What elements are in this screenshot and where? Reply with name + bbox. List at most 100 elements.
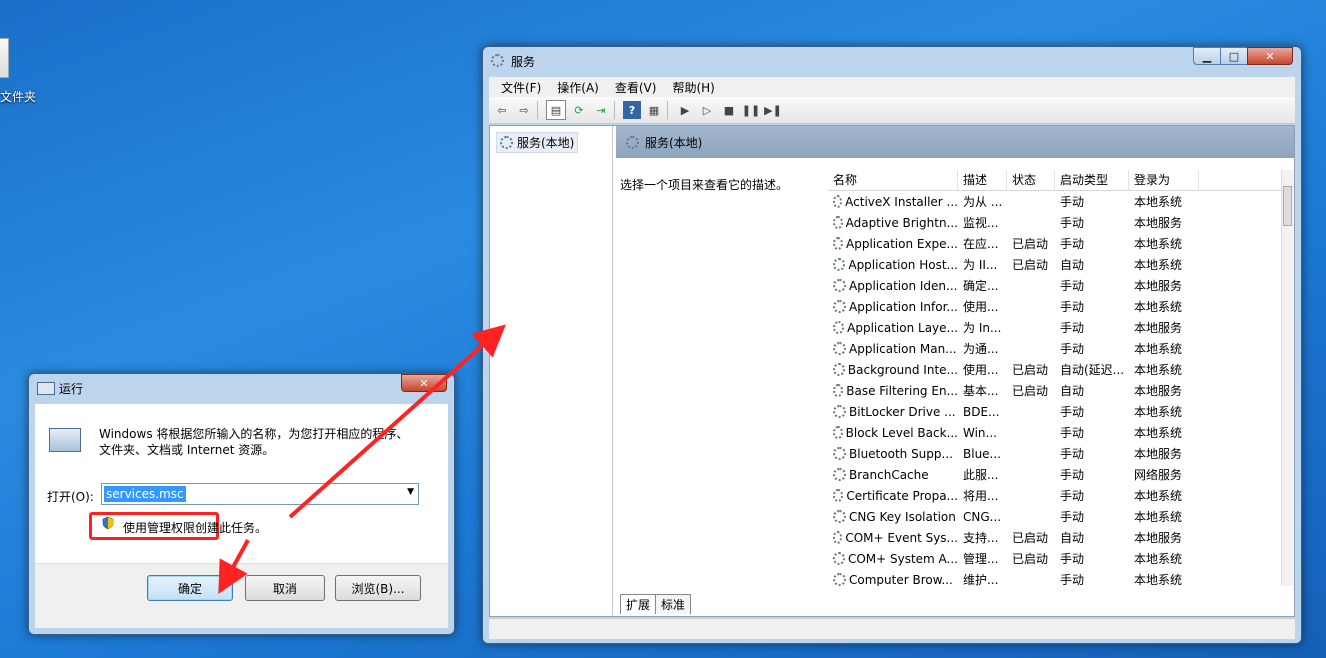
service-logon-as: 本地系统: [1134, 258, 1183, 272]
tree-item-services-local[interactable]: 服务(本地): [496, 132, 579, 153]
service-row[interactable]: Adaptive Brightn... 监视... 手动 本地服务: [828, 212, 1282, 233]
gear-icon: [833, 384, 844, 397]
export-icon[interactable]: ⇥: [592, 101, 610, 119]
tab-standard[interactable]: 标准: [655, 594, 692, 614]
admin-note: 使用管理权限创建此任务。: [123, 521, 268, 535]
maximize-button[interactable]: □: [1220, 47, 1248, 65]
service-logon-as: 本地系统: [1134, 510, 1183, 524]
service-row[interactable]: Application Host... 为 II... 已启动 自动 本地系统: [828, 254, 1282, 275]
column-header-description[interactable]: 描述: [958, 170, 1007, 190]
menu-help[interactable]: 帮助(H): [672, 79, 714, 96]
show-tree-icon[interactable]: ▤: [546, 100, 566, 120]
desktop-folder-icon[interactable]: [0, 38, 34, 80]
column-header-status[interactable]: 状态: [1007, 170, 1055, 190]
forward-icon[interactable]: ⇨: [515, 101, 533, 119]
run-close-button[interactable]: ✕: [401, 374, 447, 392]
service-row[interactable]: COM+ Event Sys... 支持... 已启动 自动 本地服务: [828, 527, 1282, 548]
service-logon-as: 本地服务: [1134, 531, 1183, 545]
service-name: Computer Brow...: [828, 573, 958, 586]
close-button[interactable]: ✕: [1247, 47, 1293, 65]
browse-button[interactable]: 浏览(B)...: [335, 575, 421, 601]
ok-button[interactable]: 确定: [147, 575, 233, 601]
service-row[interactable]: Bluetooth Supp... Blue... 手动 本地服务: [828, 443, 1282, 464]
service-name: BranchCache: [828, 468, 958, 482]
run-dialog-footer: 确定 取消 浏览(B)...: [35, 563, 448, 628]
service-description: 为通...: [963, 342, 999, 356]
menu-action[interactable]: 操作(A): [557, 79, 599, 96]
service-description: 确定...: [963, 279, 999, 293]
help-icon[interactable]: ?: [623, 101, 641, 119]
stop-icon[interactable]: ■: [720, 101, 738, 119]
service-row[interactable]: ActiveX Installer ... 为从 ... 手动 本地系统: [828, 191, 1282, 212]
service-name: Background Inte...: [828, 363, 958, 377]
service-startup-type: 手动: [1060, 216, 1085, 230]
service-startup-type: 手动: [1060, 195, 1085, 209]
service-row[interactable]: Computer Brow... 维护... 手动 本地系统: [828, 569, 1282, 586]
back-icon[interactable]: ⇦: [493, 101, 511, 119]
run-titlebar[interactable]: 运行 ✕: [29, 374, 454, 402]
menu-view[interactable]: 查看(V): [615, 79, 657, 96]
service-row[interactable]: Background Inte... 使用... 已启动 自动(延迟... 本地系统: [828, 359, 1282, 380]
open-input-value[interactable]: services.msc: [104, 486, 186, 502]
menu-file[interactable]: 文件(F): [501, 79, 541, 96]
refresh-icon[interactable]: ⟳: [570, 101, 588, 119]
service-row[interactable]: Application Infor... 使用... 手动 本地系统: [828, 296, 1282, 317]
play-icon[interactable]: ▶: [676, 101, 694, 119]
gear-icon: [833, 573, 846, 586]
service-row[interactable]: BranchCache 此服... 手动 网络服务: [828, 464, 1282, 485]
service-description: 基本...: [963, 384, 999, 398]
service-name-text: BranchCache: [849, 467, 929, 482]
gear-icon: [833, 342, 846, 355]
service-startup-type: 自动(延迟...: [1060, 363, 1125, 377]
service-name-text: Application Infor...: [849, 299, 958, 314]
service-startup-type: 手动: [1060, 426, 1085, 440]
services-pane: 服务(本地) 选择一个项目来查看它的描述。 名称 描述 状态 启动类型 登录为 …: [616, 126, 1294, 616]
service-name: Application Laye...: [828, 321, 958, 335]
properties-icon[interactable]: ▦: [645, 101, 663, 119]
desktop-folder-label: 文件夹: [0, 90, 37, 104]
service-logon-as: 网络服务: [1134, 468, 1183, 482]
minimize-button[interactable]: ▁: [1193, 47, 1221, 65]
service-row[interactable]: Block Level Back... Win... 手动 本地系统: [828, 422, 1282, 443]
run-dialog-title: 运行: [59, 382, 84, 396]
service-name: Adaptive Brightn...: [828, 216, 958, 230]
column-header-startup-type[interactable]: 启动类型: [1055, 170, 1129, 190]
service-status: 已启动: [1012, 531, 1049, 545]
run-dialog-body: Windows 将根据您所输入的名称，为您打开相应的程序、文件夹、文档或 Int…: [35, 404, 448, 628]
pause-icon[interactable]: ❚❚: [742, 101, 760, 119]
column-header-name[interactable]: 名称: [828, 170, 958, 190]
service-row[interactable]: Application Expe... 在应... 已启动 手动 本地系统: [828, 233, 1282, 254]
service-logon-as: 本地服务: [1134, 384, 1183, 398]
service-row[interactable]: Application Iden... 确定... 手动 本地服务: [828, 275, 1282, 296]
service-row[interactable]: Certificate Propa... 将用... 手动 本地系统: [828, 485, 1282, 506]
service-name-text: Background Inte...: [847, 362, 958, 377]
service-name-text: COM+ Event Sys...: [845, 530, 958, 545]
service-startup-type: 手动: [1060, 489, 1085, 503]
open-combobox[interactable]: services.msc ▼: [101, 483, 419, 505]
run-app-icon: [37, 382, 55, 395]
column-header-logon-as[interactable]: 登录为: [1129, 170, 1199, 190]
run-program-icon: [49, 428, 81, 452]
service-name-text: CNG Key Isolation: [849, 509, 956, 524]
service-row[interactable]: Application Man... 为通... 手动 本地系统: [828, 338, 1282, 359]
open-label: 打开(O):: [47, 490, 94, 504]
scrollbar-thumb[interactable]: [1283, 186, 1292, 226]
play-outline-icon[interactable]: ▷: [698, 101, 716, 119]
service-logon-as: 本地系统: [1134, 573, 1183, 586]
chevron-down-icon[interactable]: ▼: [407, 487, 414, 497]
service-row[interactable]: Base Filtering En... 基本... 已启动 自动 本地服务: [828, 380, 1282, 401]
service-status: 已启动: [1012, 363, 1049, 377]
service-row[interactable]: COM+ System A... 管理... 已启动 手动 本地系统: [828, 548, 1282, 569]
gear-icon: [833, 258, 846, 271]
service-row[interactable]: Application Laye... 为 In... 手动 本地服务: [828, 317, 1282, 338]
vertical-scrollbar[interactable]: [1281, 170, 1294, 586]
services-titlebar[interactable]: 服务 ▁ □ ✕: [483, 47, 1301, 75]
service-row[interactable]: BitLocker Drive ... BDE... 手动 本地系统: [828, 401, 1282, 422]
tab-extended[interactable]: 扩展: [620, 594, 657, 614]
service-row[interactable]: CNG Key Isolation CNG... 手动 本地系统: [828, 506, 1282, 527]
cancel-button[interactable]: 取消: [245, 575, 325, 601]
gear-icon: [833, 552, 845, 565]
restart-icon[interactable]: ▶❚: [764, 101, 782, 119]
toolbar: ⇦ ⇨ ▤ ⟳ ⇥ ? ▦ ▶ ▷ ■ ❚❚ ▶❚: [489, 97, 1295, 124]
service-description: 支持...: [963, 531, 999, 545]
